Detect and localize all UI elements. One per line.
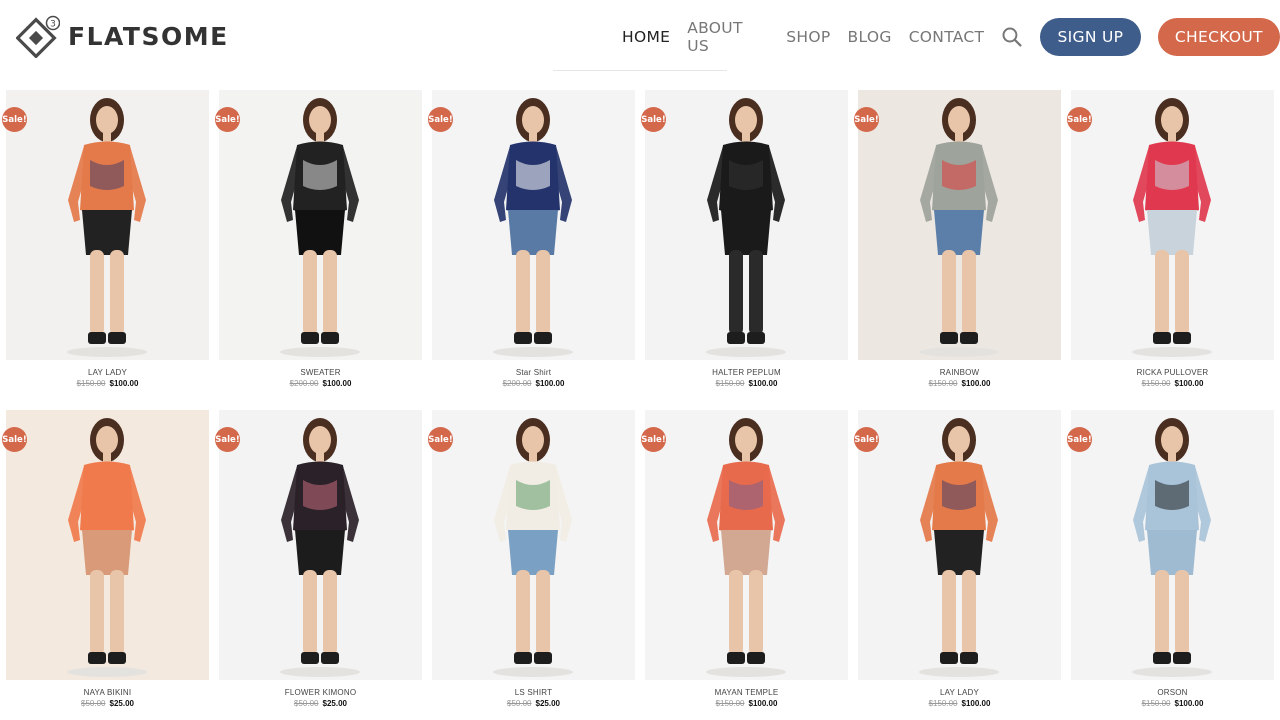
sale-badge: Sale!: [2, 427, 27, 452]
product-price: $200.00 $100.00: [432, 379, 635, 388]
product-image[interactable]: [1071, 410, 1274, 680]
product-image[interactable]: [645, 90, 848, 360]
product-name[interactable]: LAY LADY: [6, 368, 209, 377]
original-price: $200.00: [289, 379, 319, 388]
sale-price: $100.00: [1174, 379, 1204, 388]
sale-price: $100.00: [748, 699, 778, 708]
product-image[interactable]: [219, 410, 422, 680]
model-photo: [432, 410, 635, 680]
original-price: $50.00: [81, 699, 106, 708]
model-photo: [432, 90, 635, 360]
product-name[interactable]: HALTER PEPLUM: [645, 368, 848, 377]
product-price: $50.00 $25.00: [432, 699, 635, 708]
product-price: $150.00 $100.00: [858, 379, 1061, 388]
product-name[interactable]: ORSON: [1071, 688, 1274, 697]
original-price: $150.00: [1141, 379, 1171, 388]
product-price: $200.00 $100.00: [219, 379, 422, 388]
sale-badge: Sale!: [428, 427, 453, 452]
sale-badge: Sale!: [215, 427, 240, 452]
product-image[interactable]: [432, 410, 635, 680]
product-image[interactable]: [858, 90, 1061, 360]
product-price: $150.00 $100.00: [858, 699, 1061, 708]
model-photo: [1071, 410, 1274, 680]
sale-price: $100.00: [535, 379, 565, 388]
original-price: $150.00: [715, 699, 745, 708]
product-name[interactable]: RICKA PULLOVER: [1071, 368, 1274, 377]
original-price: $50.00: [294, 699, 319, 708]
sale-price: $25.00: [535, 699, 560, 708]
sale-badge: Sale!: [1067, 107, 1092, 132]
product-image[interactable]: [219, 90, 422, 360]
model-photo: [645, 90, 848, 360]
product-price: $150.00 $100.00: [6, 379, 209, 388]
sale-price: $100.00: [322, 379, 352, 388]
original-price: $200.00: [502, 379, 532, 388]
model-photo: [219, 90, 422, 360]
sale-badge: Sale!: [854, 427, 879, 452]
product-image[interactable]: [1071, 90, 1274, 360]
product-image[interactable]: [858, 410, 1061, 680]
model-photo: [219, 410, 422, 680]
product-name[interactable]: NAYA BIKINI: [6, 688, 209, 697]
product-price: $50.00 $25.00: [6, 699, 209, 708]
model-photo: [645, 410, 848, 680]
model-photo: [6, 90, 209, 360]
sale-price: $25.00: [322, 699, 347, 708]
product-price: $150.00 $100.00: [1071, 699, 1274, 708]
sale-badge: Sale!: [854, 107, 879, 132]
sale-badge: Sale!: [428, 107, 453, 132]
product-image[interactable]: [6, 410, 209, 680]
product-name[interactable]: LS SHIRT: [432, 688, 635, 697]
sale-price: $100.00: [961, 379, 991, 388]
sale-price: $100.00: [109, 379, 139, 388]
product-price: $50.00 $25.00: [219, 699, 422, 708]
product-name[interactable]: MAYAN TEMPLE: [645, 688, 848, 697]
product-image[interactable]: [6, 90, 209, 360]
sale-badge: Sale!: [215, 107, 240, 132]
sale-badge: Sale!: [641, 427, 666, 452]
model-photo: [1071, 90, 1274, 360]
product-name[interactable]: SWEATER: [219, 368, 422, 377]
original-price: $150.00: [928, 379, 958, 388]
sale-price: $100.00: [1174, 699, 1204, 708]
original-price: $50.00: [507, 699, 532, 708]
product-name[interactable]: Star Shirt: [432, 368, 635, 377]
model-photo: [858, 90, 1061, 360]
sale-badge: Sale!: [2, 107, 27, 132]
model-photo: [6, 410, 209, 680]
sale-badge: Sale!: [641, 107, 666, 132]
product-price: $150.00 $100.00: [1071, 379, 1274, 388]
product-price: $150.00 $100.00: [645, 379, 848, 388]
product-name[interactable]: LAY LADY: [858, 688, 1061, 697]
sale-price: $100.00: [748, 379, 778, 388]
sale-badge: Sale!: [1067, 427, 1092, 452]
original-price: $150.00: [76, 379, 106, 388]
original-price: $150.00: [928, 699, 958, 708]
product-image[interactable]: [432, 90, 635, 360]
product-image[interactable]: [645, 410, 848, 680]
sale-price: $25.00: [109, 699, 134, 708]
sale-price: $100.00: [961, 699, 991, 708]
product-grid: Sale! LAY LADY $150.00 $100.00 Sale! SWEATER…: [0, 0, 1280, 720]
product-name[interactable]: FLOWER KIMONO: [219, 688, 422, 697]
product-name[interactable]: RAINBOW: [858, 368, 1061, 377]
product-price: $150.00 $100.00: [645, 699, 848, 708]
original-price: $150.00: [715, 379, 745, 388]
model-photo: [858, 410, 1061, 680]
original-price: $150.00: [1141, 699, 1171, 708]
